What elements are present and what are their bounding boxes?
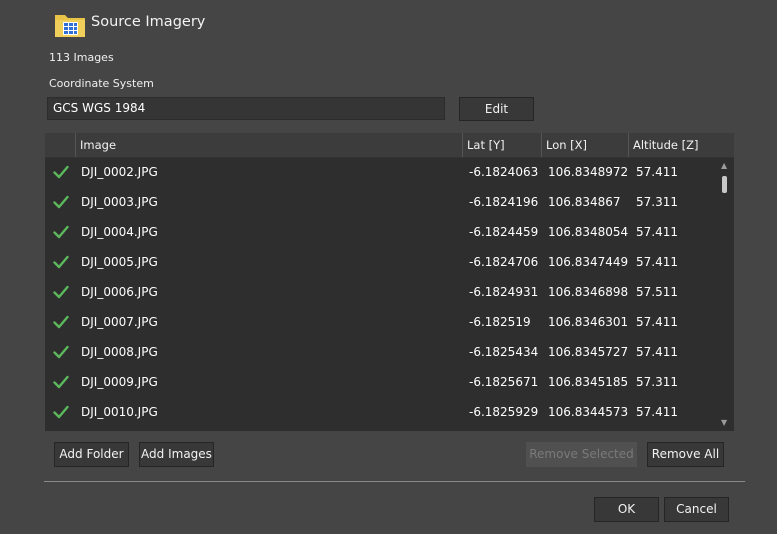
cell-image: DJI_0004.JPG — [81, 225, 158, 239]
table-row[interactable]: DJI_0002.JPG -6.1824063 106.8348972 57.411 — [45, 157, 717, 187]
cell-lat: -6.1824931 — [469, 285, 539, 299]
scroll-down-icon[interactable]: ▼ — [721, 419, 727, 427]
cell-lon: 106.8347449 — [548, 255, 629, 269]
cell-lon: 106.8346301 — [548, 315, 629, 329]
cell-lon: 106.8346898 — [548, 285, 629, 299]
folder-grid-icon — [55, 15, 85, 37]
scroll-up-icon[interactable]: ▲ — [721, 162, 727, 170]
table-row[interactable]: DJI_0008.JPG -6.1825434 106.8345727 57.411 — [45, 337, 717, 367]
check-icon — [53, 225, 69, 239]
cell-lat: -6.1824196 — [469, 195, 539, 209]
cell-altitude: 57.511 — [636, 285, 678, 299]
table-row[interactable]: DJI_0010.JPG -6.1825929 106.8344573 57.411 — [45, 397, 717, 427]
cell-image: DJI_0007.JPG — [81, 315, 158, 329]
divider — [44, 481, 745, 482]
cell-lat: -6.1824459 — [469, 225, 539, 239]
check-icon — [53, 375, 69, 389]
cell-altitude: 57.411 — [636, 315, 678, 329]
dialog-title: Source Imagery — [91, 14, 206, 30]
cell-lon: 106.8348972 — [548, 165, 629, 179]
check-icon — [53, 315, 69, 329]
coordinate-system-field[interactable]: GCS WGS 1984 — [47, 97, 445, 120]
table-row[interactable]: DJI_0005.JPG -6.1824706 106.8347449 57.411 — [45, 247, 717, 277]
cell-altitude: 57.311 — [636, 375, 678, 389]
cell-altitude: 57.411 — [636, 405, 678, 419]
check-icon — [53, 165, 69, 179]
table-row[interactable]: DJI_0006.JPG -6.1824931 106.8346898 57.511 — [45, 277, 717, 307]
check-icon — [53, 405, 69, 419]
cell-altitude: 57.411 — [636, 345, 678, 359]
remove-selected-button[interactable]: Remove Selected — [526, 442, 637, 467]
cell-lat: -6.1825929 — [469, 405, 539, 419]
add-images-button[interactable]: Add Images — [139, 442, 214, 467]
cell-lat: -6.1824706 — [469, 255, 539, 269]
remove-all-button[interactable]: Remove All — [647, 442, 724, 467]
column-header-lat[interactable]: Lat [Y] — [462, 133, 541, 157]
cell-image: DJI_0003.JPG — [81, 195, 158, 209]
table-row[interactable]: DJI_0009.JPG -6.1825671 106.8345185 57.311 — [45, 367, 717, 397]
check-icon — [53, 285, 69, 299]
column-header-image[interactable]: Image — [75, 133, 462, 157]
cell-lat: -6.182519 — [469, 315, 531, 329]
cell-lat: -6.1825434 — [469, 345, 539, 359]
cell-lon: 106.834867 — [548, 195, 621, 209]
cell-image: DJI_0010.JPG — [81, 405, 158, 419]
image-count: 113 Images — [49, 51, 114, 64]
check-icon — [53, 345, 69, 359]
coordinate-system-label: Coordinate System — [49, 77, 154, 90]
cell-altitude: 57.411 — [636, 165, 678, 179]
cell-image: DJI_0005.JPG — [81, 255, 158, 269]
cell-lon: 106.8344573 — [548, 405, 629, 419]
column-header-altitude[interactable]: Altitude [Z] — [628, 133, 734, 157]
image-table: Image Lat [Y] Lon [X] Altitude [Z] DJI_0… — [45, 133, 734, 431]
cell-altitude: 57.411 — [636, 225, 678, 239]
cell-image: DJI_0006.JPG — [81, 285, 158, 299]
cancel-button[interactable]: Cancel — [664, 497, 729, 522]
cell-lat: -6.1825671 — [469, 375, 539, 389]
cell-lon: 106.8345185 — [548, 375, 629, 389]
check-icon — [53, 195, 69, 209]
table-row[interactable]: DJI_0007.JPG -6.182519 106.8346301 57.411 — [45, 307, 717, 337]
add-folder-button[interactable]: Add Folder — [54, 442, 129, 467]
ok-button[interactable]: OK — [594, 497, 659, 522]
cell-image: DJI_0009.JPG — [81, 375, 158, 389]
check-icon — [53, 255, 69, 269]
cell-lon: 106.8348054 — [548, 225, 629, 239]
edit-button[interactable]: Edit — [459, 97, 534, 121]
table-row[interactable]: DJI_0003.JPG -6.1824196 106.834867 57.311 — [45, 187, 717, 217]
table-scrollbar[interactable]: ▲ ▼ — [717, 158, 734, 431]
cell-altitude: 57.411 — [636, 255, 678, 269]
column-header-lon[interactable]: Lon [X] — [541, 133, 628, 157]
cell-image: DJI_0002.JPG — [81, 165, 158, 179]
cell-altitude: 57.311 — [636, 195, 678, 209]
cell-lat: -6.1824063 — [469, 165, 539, 179]
cell-lon: 106.8345727 — [548, 345, 629, 359]
cell-image: DJI_0008.JPG — [81, 345, 158, 359]
scroll-thumb[interactable] — [722, 176, 727, 193]
table-header: Image Lat [Y] Lon [X] Altitude [Z] — [45, 133, 734, 158]
table-row[interactable]: DJI_0004.JPG -6.1824459 106.8348054 57.411 — [45, 217, 717, 247]
